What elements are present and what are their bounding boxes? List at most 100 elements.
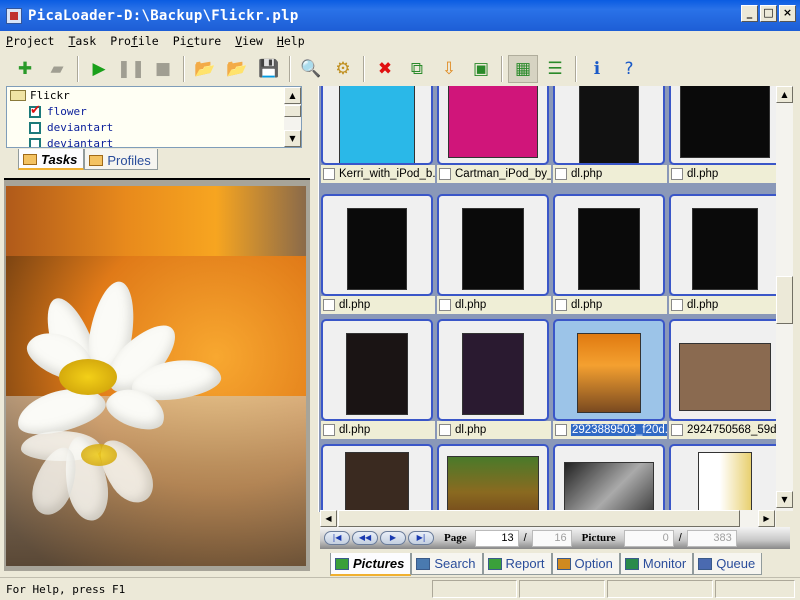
- delete-picture-button[interactable]: ✖: [370, 55, 400, 83]
- list-view-button[interactable]: ☰: [540, 55, 570, 83]
- copy-picture-button[interactable]: ⧉: [402, 55, 432, 83]
- thumbnail[interactable]: [321, 444, 433, 512]
- first-page-button[interactable]: |◀: [324, 531, 350, 545]
- thumbnail-caption[interactable]: Kerri_with_iPod_b...: [321, 165, 435, 183]
- scroll-thumb[interactable]: [776, 276, 793, 324]
- thumbnail-caption[interactable]: dl.php: [321, 296, 435, 314]
- thumbnail-caption[interactable]: dl.php: [669, 296, 776, 314]
- thumbnail-caption[interactable]: 2923889503_f20d...: [553, 421, 667, 439]
- grid-horizontal-scrollbar[interactable]: ◀ ▶: [320, 510, 776, 527]
- thumbnail[interactable]: [553, 86, 665, 165]
- previous-page-button[interactable]: ◀◀: [352, 531, 378, 545]
- thumbnail[interactable]: [437, 444, 549, 512]
- thumbnail-grid[interactable]: Kerri_with_iPod_b...Cartman_iPod_by_...d…: [318, 86, 776, 512]
- menu-help[interactable]: Help: [277, 34, 305, 48]
- thumbnail-checkbox[interactable]: [671, 168, 683, 180]
- tab-search[interactable]: Search: [411, 553, 483, 575]
- thumbnail-checkbox[interactable]: [671, 424, 683, 436]
- minimize-button[interactable]: _: [741, 5, 758, 22]
- tree-item[interactable]: flower: [29, 103, 87, 118]
- tree-scrollbar[interactable]: ▲ ▼: [284, 87, 301, 147]
- thumbnail[interactable]: [437, 194, 549, 296]
- scroll-left-button[interactable]: ◀: [320, 510, 337, 527]
- thumbnail-checkbox[interactable]: [439, 299, 451, 311]
- save-button[interactable]: 💾: [254, 55, 284, 83]
- thumbnail-checkbox[interactable]: [323, 424, 335, 436]
- thumbnail-caption[interactable]: dl.php: [669, 165, 776, 183]
- thumbnail[interactable]: [669, 319, 776, 421]
- thumbnail[interactable]: [321, 194, 433, 296]
- close-button[interactable]: ×: [779, 5, 796, 22]
- task-checkbox[interactable]: [29, 103, 41, 118]
- thumbnail-caption[interactable]: dl.php: [437, 421, 551, 439]
- help-button[interactable]: ?: [614, 55, 644, 83]
- page-current-field[interactable]: 13: [474, 529, 519, 547]
- grid-vertical-scrollbar[interactable]: ▲ ▼: [776, 86, 793, 511]
- tab-report[interactable]: Report: [482, 553, 552, 575]
- thumbnail-checkbox[interactable]: [671, 299, 683, 311]
- thumbnail[interactable]: [669, 86, 776, 165]
- next-page-button[interactable]: ▶: [380, 531, 406, 545]
- menu-picture[interactable]: Picture: [173, 34, 222, 48]
- thumbnail-caption[interactable]: 2924750568_59df...: [669, 421, 776, 439]
- thumbnail-caption[interactable]: dl.php: [553, 165, 667, 183]
- thumbnail-checkbox[interactable]: [439, 424, 451, 436]
- task-tree[interactable]: Flickr flower deviantart deviantart ▲ ▼: [6, 86, 302, 148]
- scroll-right-button[interactable]: ▶: [758, 510, 775, 527]
- tab-monitor[interactable]: Monitor: [619, 553, 694, 575]
- thumbnail-checkbox[interactable]: [439, 168, 451, 180]
- thumbnail[interactable]: [669, 444, 776, 512]
- thumbnail-caption[interactable]: dl.php: [321, 421, 435, 439]
- thumbnail-caption[interactable]: Cartman_iPod_by_...: [437, 165, 551, 183]
- tree-root[interactable]: Flickr: [10, 89, 70, 102]
- thumbnail[interactable]: [669, 194, 776, 296]
- scroll-thumb[interactable]: [284, 105, 301, 117]
- search-picture-button[interactable]: 🔍: [296, 55, 326, 83]
- menu-task[interactable]: Task: [68, 34, 96, 48]
- thumbnail[interactable]: [437, 319, 549, 421]
- stop-button[interactable]: ■: [148, 55, 178, 83]
- thumbnail[interactable]: [321, 319, 433, 421]
- menu-view[interactable]: View: [235, 34, 263, 48]
- new-folder-button[interactable]: 📂: [190, 55, 220, 83]
- settings-button[interactable]: ⚙: [328, 55, 358, 83]
- last-page-button[interactable]: ▶|: [408, 531, 434, 545]
- about-button[interactable]: ℹ: [582, 55, 612, 83]
- open-project-button[interactable]: 📂: [222, 55, 252, 83]
- scroll-thumb[interactable]: [338, 510, 740, 527]
- thumbnail-checkbox[interactable]: [323, 168, 335, 180]
- menu-profile[interactable]: Profile: [110, 34, 159, 48]
- tab-pictures[interactable]: Pictures: [330, 553, 412, 576]
- tab-option[interactable]: Option: [551, 553, 620, 575]
- tree-item[interactable]: deviantart: [29, 121, 113, 134]
- move-picture-button[interactable]: ⇩: [434, 55, 464, 83]
- thumbnail[interactable]: [553, 319, 665, 421]
- thumbnail[interactable]: [437, 86, 549, 165]
- menu-project[interactable]: Project: [6, 34, 54, 48]
- pause-button[interactable]: ❚❚: [116, 55, 146, 83]
- thumbnail-view-button[interactable]: ▦: [508, 54, 538, 83]
- start-button[interactable]: ▶: [84, 55, 114, 83]
- thumbnail-caption[interactable]: dl.php: [553, 296, 667, 314]
- scroll-up-button[interactable]: ▲: [776, 86, 793, 103]
- task-checkbox[interactable]: [29, 121, 41, 134]
- tree-item[interactable]: deviantart: [29, 137, 113, 147]
- thumbnail[interactable]: [553, 194, 665, 296]
- thumbnail-checkbox[interactable]: [555, 168, 567, 180]
- tab-profiles[interactable]: Profiles: [84, 149, 158, 170]
- new-task-button[interactable]: ✚: [10, 55, 40, 83]
- tab-queue[interactable]: Queue: [693, 553, 763, 575]
- picture-info-button[interactable]: ▣: [466, 55, 496, 83]
- thumbnail-caption[interactable]: dl.php: [437, 296, 551, 314]
- thumbnail-checkbox[interactable]: [323, 299, 335, 311]
- open-disabled-button[interactable]: ▰: [42, 55, 72, 83]
- tab-tasks[interactable]: Tasks: [18, 149, 85, 170]
- scroll-down-button[interactable]: ▼: [776, 491, 793, 508]
- thumbnail-checkbox[interactable]: [555, 424, 567, 436]
- thumbnail-checkbox[interactable]: [555, 299, 567, 311]
- thumbnail[interactable]: [553, 444, 665, 512]
- maximize-button[interactable]: □: [760, 5, 777, 22]
- scroll-down-button[interactable]: ▼: [284, 130, 301, 147]
- thumbnail[interactable]: [321, 86, 433, 165]
- scroll-up-button[interactable]: ▲: [284, 87, 301, 104]
